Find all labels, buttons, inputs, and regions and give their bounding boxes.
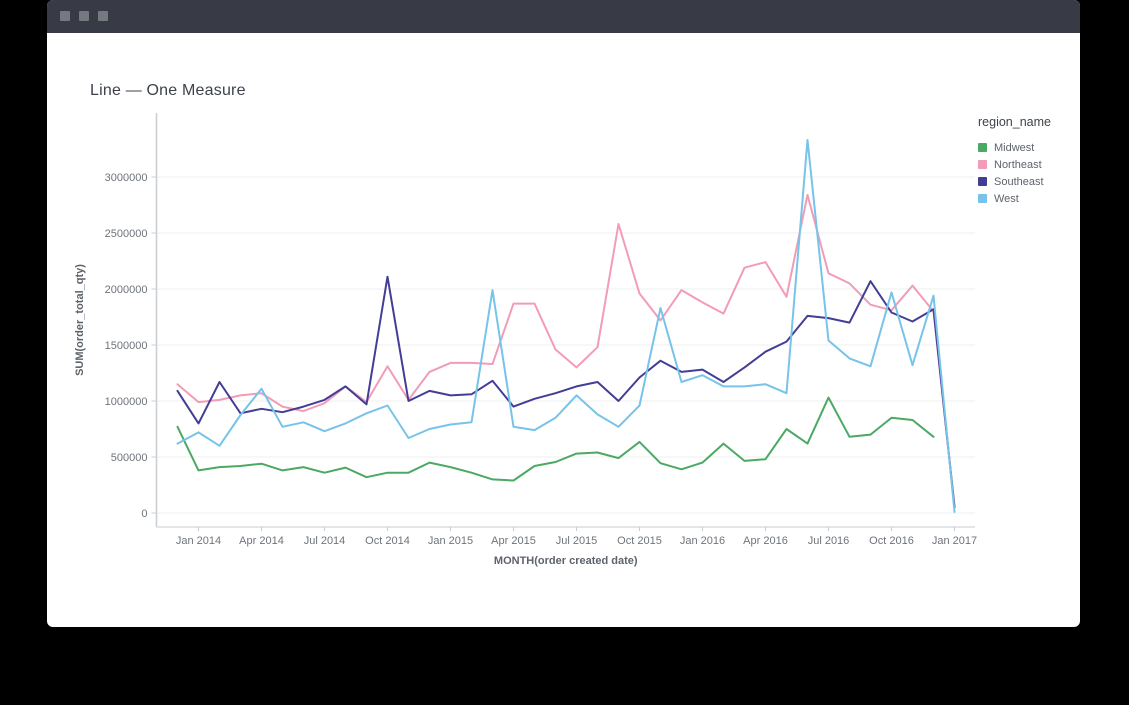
- legend-swatch-southeast-icon: [978, 177, 987, 186]
- y-axis-title: SUM(order_total_qty): [74, 264, 86, 376]
- x-tick-label: Apr 2015: [491, 535, 536, 547]
- series-line-northeast[interactable]: [178, 195, 955, 506]
- screenshot-background: { "title": "Line — One Measure", "titleb…: [0, 0, 1129, 705]
- x-tick-label: Oct 2016: [869, 535, 914, 547]
- x-tick-label: Jul 2016: [808, 535, 850, 547]
- window-control-dot-icon[interactable]: [60, 11, 70, 21]
- x-tick-label: Jan 2017: [932, 535, 977, 547]
- y-tick-label: 2500000: [105, 228, 148, 240]
- x-tick-label: Oct 2015: [617, 535, 662, 547]
- x-tick-label: Apr 2014: [239, 535, 284, 547]
- y-tick-label: 2000000: [105, 284, 148, 296]
- app-window: Line — One Measure 050000010000001500000…: [47, 0, 1080, 627]
- x-tick-label: Jan 2016: [680, 535, 725, 547]
- window-control-dot-icon[interactable]: [98, 11, 108, 21]
- x-axis-title: MONTH(order created date): [494, 555, 638, 567]
- y-tick-label: 0: [141, 508, 147, 520]
- x-tick-label: Jul 2015: [556, 535, 598, 547]
- legend-item-label: Southeast: [994, 176, 1044, 188]
- legend-item-label: Northeast: [994, 159, 1042, 171]
- series-line-west[interactable]: [178, 140, 955, 512]
- legend-item-southeast[interactable]: Southeast: [978, 173, 1078, 190]
- series-line-southeast[interactable]: [178, 277, 955, 508]
- x-tick-label: Apr 2016: [743, 535, 788, 547]
- legend-title: region_name: [978, 115, 1078, 129]
- legend-item-northeast[interactable]: Northeast: [978, 156, 1078, 173]
- legend-swatch-west-icon: [978, 194, 987, 203]
- y-tick-label: 3000000: [105, 172, 148, 184]
- legend-swatch-midwest-icon: [978, 143, 987, 152]
- line-chart-plot[interactable]: 0 500000 1000000 1500000 2000000 2500000 30000…: [47, 33, 1080, 627]
- x-tick-label: Jan 2014: [176, 535, 221, 547]
- window-titlebar: [47, 0, 1080, 33]
- x-tick-label: Jan 2015: [428, 535, 473, 547]
- y-tick-label: 1000000: [105, 396, 148, 408]
- chart-legend: region_name Midwest Northeast Southeast …: [978, 115, 1078, 207]
- legend-item-label: West: [994, 193, 1019, 205]
- legend-item-label: Midwest: [994, 142, 1034, 154]
- x-tick-label: Oct 2014: [365, 535, 410, 547]
- window-control-dot-icon[interactable]: [79, 11, 89, 21]
- x-tick-label: Jul 2014: [304, 535, 346, 547]
- legend-item-midwest[interactable]: Midwest: [978, 139, 1078, 156]
- legend-item-west[interactable]: West: [978, 190, 1078, 207]
- legend-swatch-northeast-icon: [978, 160, 987, 169]
- y-tick-label: 1500000: [105, 340, 148, 352]
- y-tick-label: 500000: [111, 452, 148, 464]
